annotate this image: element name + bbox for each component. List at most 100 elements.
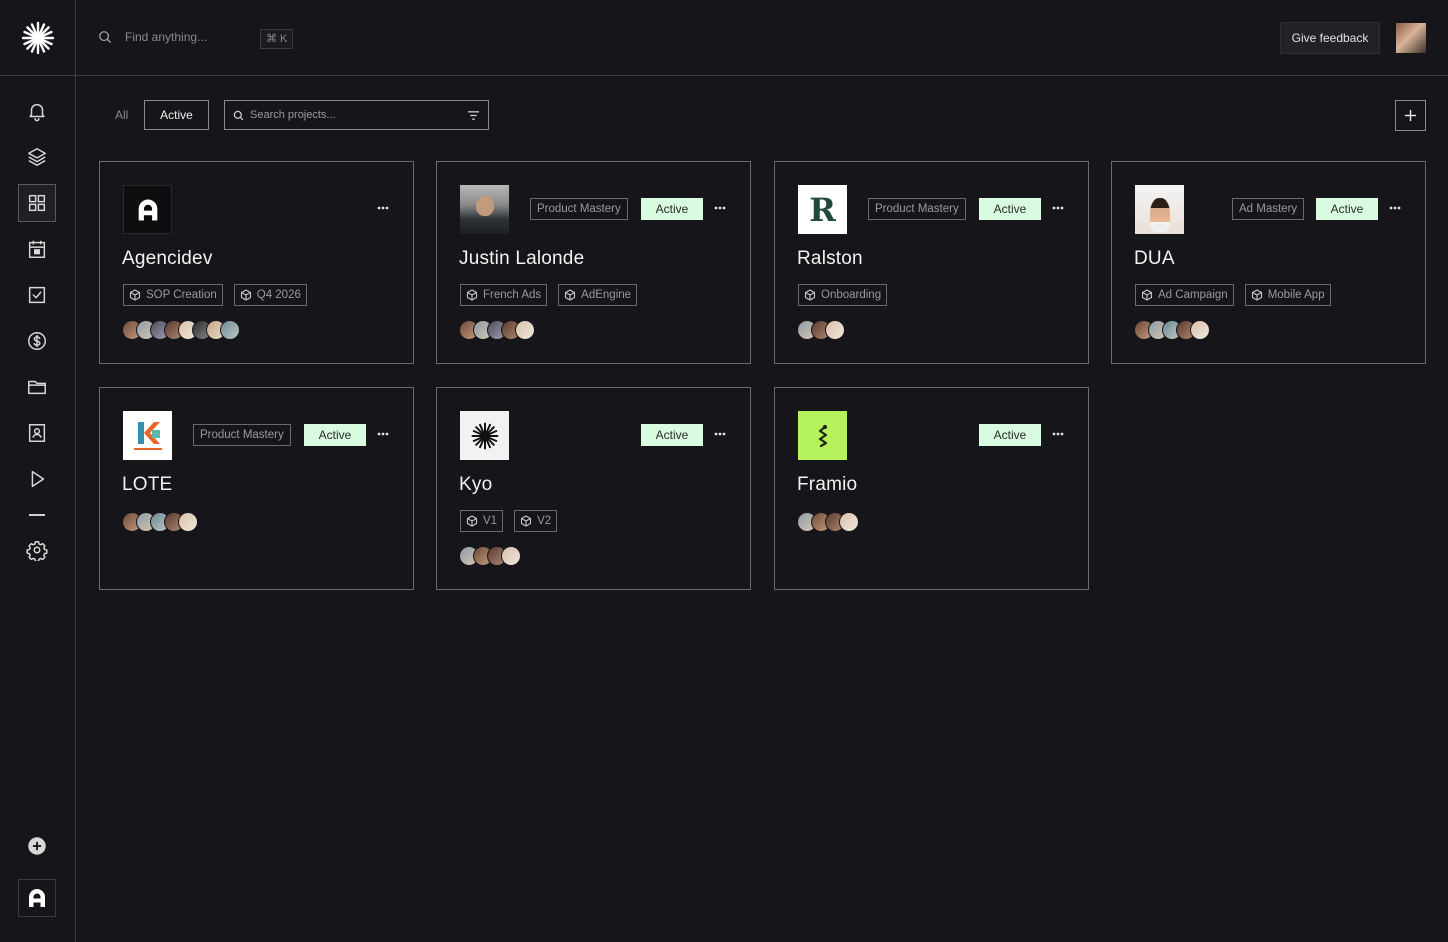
project-tag-label: Q4 2026 <box>256 289 301 301</box>
search-icon <box>99 31 112 44</box>
avatar <box>825 320 845 340</box>
project-category-badge: Product Mastery <box>530 198 628 220</box>
project-tags: Onboarding <box>798 284 888 306</box>
more-options-icon[interactable] <box>377 206 389 210</box>
project-card[interactable]: Active Framio <box>774 387 1089 590</box>
more-options-icon[interactable] <box>377 432 389 436</box>
workspace-switcher[interactable] <box>18 879 56 917</box>
sidebar-item-billing[interactable] <box>18 322 56 360</box>
sidebar-separator <box>29 514 45 516</box>
avatar <box>839 512 859 532</box>
workspace-logo-icon <box>29 889 45 907</box>
add-project-button[interactable] <box>1395 100 1426 131</box>
sidebar-divider <box>0 75 75 76</box>
project-category-badge: Product Mastery <box>193 424 291 446</box>
project-logo <box>1135 185 1184 234</box>
project-tag[interactable]: AdEngine <box>558 284 638 306</box>
project-tags: French Ads AdEngine <box>460 284 638 306</box>
cube-icon <box>240 289 251 301</box>
sidebar-item-layers[interactable] <box>18 138 56 176</box>
sidebar-add-button[interactable] <box>18 827 56 865</box>
agencidev-logo-icon <box>138 199 157 220</box>
play-icon <box>31 470 45 488</box>
cube-icon <box>466 289 478 301</box>
more-options-icon[interactable] <box>714 432 726 436</box>
project-tag-label: Ad Campaign <box>1158 289 1228 301</box>
checkbox-icon <box>28 286 46 304</box>
project-tag-label: SOP Creation <box>146 289 217 301</box>
avatar <box>220 320 240 340</box>
project-tag[interactable]: SOP Creation <box>123 284 223 306</box>
bell-icon <box>29 103 45 122</box>
more-options-icon[interactable] <box>714 206 726 210</box>
sidebar-item-files[interactable] <box>18 368 56 406</box>
project-tag[interactable]: French Ads <box>460 284 548 306</box>
add-circle-icon <box>28 837 46 855</box>
project-logo <box>460 411 509 460</box>
sidebar-item-calendar[interactable] <box>18 230 56 268</box>
project-tags: Ad Campaign Mobile App <box>1135 284 1331 306</box>
project-card[interactable]: Product Mastery Active LOTE <box>99 387 414 590</box>
global-search-input[interactable]: Find anything... <box>125 30 207 44</box>
project-category-badge: Ad Mastery <box>1232 198 1305 220</box>
project-tag-label: Mobile App <box>1267 289 1325 301</box>
filter-active-tab[interactable]: Active <box>144 100 209 130</box>
grid-icon <box>28 194 46 212</box>
project-card[interactable]: R Product Mastery Active Ralston Onboard… <box>774 161 1089 364</box>
more-options-icon[interactable] <box>1389 206 1401 210</box>
member-avatars <box>1134 320 1210 340</box>
project-logo <box>460 185 509 234</box>
person-photo-icon <box>1149 197 1170 232</box>
avatar <box>1190 320 1210 340</box>
project-name: Framio <box>797 474 858 495</box>
cube-icon <box>1141 289 1153 301</box>
filter-icon[interactable] <box>467 110 480 121</box>
project-card[interactable]: Active Kyo V1 V2 <box>436 387 751 590</box>
project-name: Justin Lalonde <box>459 248 585 269</box>
framio-logo-icon <box>818 424 827 447</box>
project-logo: R <box>798 185 847 234</box>
project-tag[interactable]: Mobile App <box>1244 284 1331 306</box>
lote-logo-icon <box>133 421 162 450</box>
project-tags: SOP Creation Q4 2026 <box>123 284 307 306</box>
contact-icon <box>28 424 46 442</box>
member-avatars <box>797 512 859 532</box>
more-options-icon[interactable] <box>1052 206 1064 210</box>
kyo-logo-icon <box>471 422 498 449</box>
status-badge: Active <box>979 198 1041 220</box>
avatar <box>515 320 535 340</box>
app-logo-icon[interactable] <box>20 20 56 56</box>
user-avatar[interactable] <box>1396 23 1426 53</box>
member-avatars <box>797 320 845 340</box>
project-tag-label: AdEngine <box>581 289 632 301</box>
sidebar-item-media[interactable] <box>18 460 56 498</box>
project-tag[interactable]: Onboarding <box>798 284 888 306</box>
member-avatars <box>459 546 521 566</box>
member-avatars <box>122 320 240 340</box>
sidebar-item-contacts[interactable] <box>18 414 56 452</box>
project-tag-label: French Ads <box>483 289 542 301</box>
project-name: Agencidev <box>122 248 213 269</box>
topbar: Find anything... ⌘ K Give feedback <box>76 0 1448 76</box>
status-badge: Active <box>641 198 703 220</box>
sidebar <box>0 0 76 942</box>
project-tag[interactable]: V1 <box>460 510 504 532</box>
sidebar-item-notifications[interactable] <box>18 92 56 130</box>
project-search-input[interactable]: Search projects... <box>224 100 489 130</box>
project-card[interactable]: Ad Mastery Active DUA Ad Campaign Mobile… <box>1111 161 1426 364</box>
more-options-icon[interactable] <box>1052 432 1064 436</box>
project-card[interactable]: Product Mastery Active Justin Lalonde Fr… <box>436 161 751 364</box>
project-tags: V1 V2 <box>460 510 558 532</box>
status-badge: Active <box>641 424 703 446</box>
ralston-logo-icon: R <box>809 190 836 229</box>
sidebar-item-settings[interactable] <box>18 531 56 569</box>
sidebar-item-projects[interactable] <box>18 184 56 222</box>
filter-all-tab[interactable]: All <box>115 108 128 122</box>
project-tag[interactable]: Ad Campaign <box>1135 284 1234 306</box>
sidebar-item-tasks[interactable] <box>18 276 56 314</box>
give-feedback-button[interactable]: Give feedback <box>1280 22 1380 54</box>
project-tag[interactable]: Q4 2026 <box>233 284 307 306</box>
avatar <box>178 512 198 532</box>
project-card[interactable]: Agencidev SOP Creation Q4 2026 <box>99 161 414 364</box>
project-tag[interactable]: V2 <box>514 510 558 532</box>
